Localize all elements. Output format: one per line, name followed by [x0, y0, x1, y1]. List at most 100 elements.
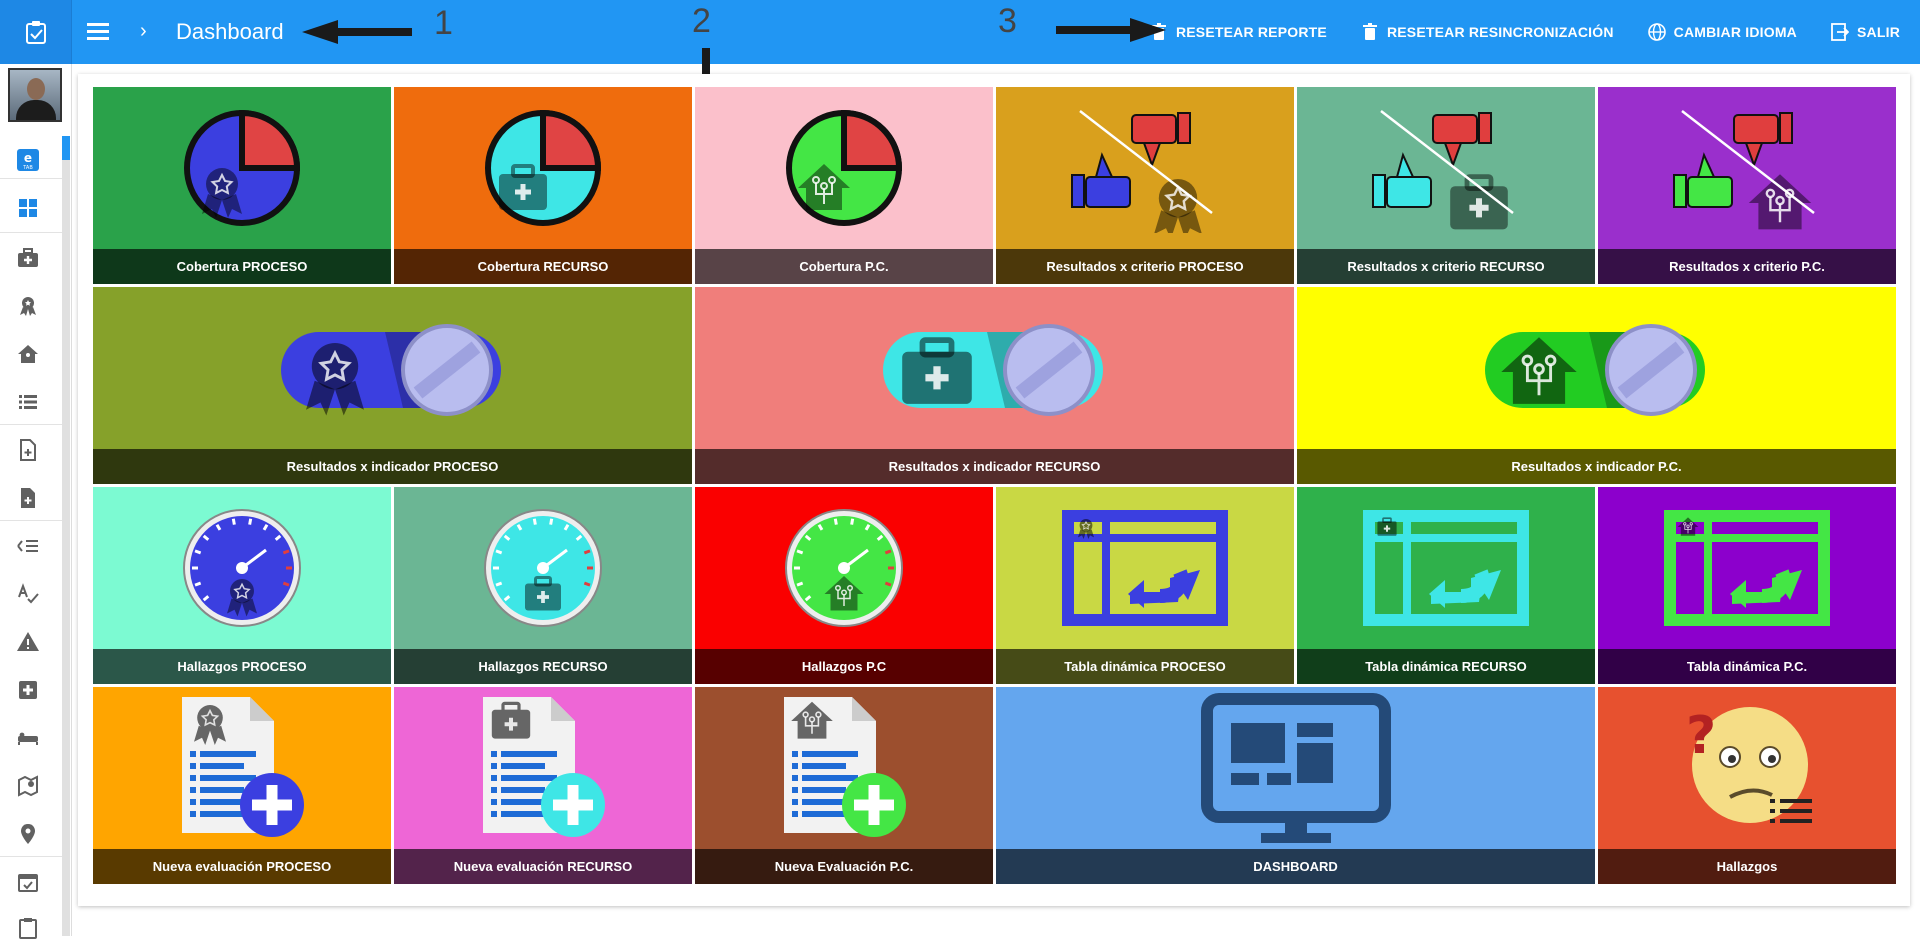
- home-network-icon[interactable]: [14, 340, 42, 368]
- toggle-home-icon: [1297, 287, 1896, 449]
- dashboard-tile[interactable]: Tabla dinámica P.C.: [1598, 487, 1896, 684]
- reset-resync-button[interactable]: RESETEAR RESINCRONIZACIÓN: [1361, 23, 1614, 41]
- annotation-arrow-3: [1056, 18, 1166, 42]
- doc-add-award-icon: [93, 687, 391, 849]
- gauge-medical-bag-icon: [394, 487, 692, 649]
- dashboard-tile[interactable]: Resultados x criterio PROCESO: [996, 87, 1294, 284]
- tile-label: Tabla dinámica RECURSO: [1297, 649, 1595, 684]
- change-language-button[interactable]: CAMBIAR IDIOMA: [1647, 23, 1797, 41]
- monitor-dashboard-icon: [996, 687, 1595, 849]
- logout-label: SALIR: [1857, 24, 1900, 40]
- gauge-award-icon: [93, 487, 391, 649]
- trash-icon: [1362, 23, 1377, 40]
- tile-label: Resultados x criterio RECURSO: [1297, 249, 1595, 284]
- toggle-medical-bag-icon: [695, 287, 1294, 449]
- dashboard-tile[interactable]: Tabla dinámica RECURSO: [1297, 487, 1595, 684]
- thumbs-award-icon: [996, 87, 1294, 249]
- gauge-home-icon: [695, 487, 993, 649]
- pivot-medical-bag-icon: [1297, 487, 1595, 649]
- annotation-number-2: 2: [692, 2, 711, 40]
- tile-label: Resultados x indicador PROCESO: [93, 449, 692, 484]
- tile-label: DASHBOARD: [996, 849, 1595, 884]
- tile-grid: Cobertura PROCESO Cobertura RECURSO Cobe…: [93, 87, 1896, 887]
- avatar[interactable]: [8, 68, 62, 122]
- pivot-award-icon: [996, 487, 1294, 649]
- bed-icon[interactable]: [14, 724, 42, 752]
- map-marker-icon[interactable]: [14, 820, 42, 848]
- list-icon[interactable]: [14, 388, 42, 416]
- logout-button[interactable]: SALIR: [1831, 23, 1900, 41]
- menu-icon[interactable]: [84, 20, 112, 44]
- tile-label: Tabla dinámica P.C.: [1598, 649, 1896, 684]
- dashboard-tile[interactable]: Resultados x indicador P.C.: [1297, 287, 1896, 484]
- tile-label: Resultados x indicador P.C.: [1297, 449, 1896, 484]
- tile-label: Nueva evaluación PROCESO: [93, 849, 391, 884]
- annotation-number-3: 3: [998, 2, 1017, 40]
- page-title: Dashboard: [176, 19, 284, 44]
- etab-logo-icon[interactable]: e TAB: [14, 146, 42, 174]
- svg-text:TAB: TAB: [22, 165, 33, 171]
- reset-report-button[interactable]: RESETEAR REPORTE: [1150, 23, 1327, 41]
- dashboard-tile[interactable]: Cobertura PROCESO: [93, 87, 391, 284]
- dashboard-tile[interactable]: Resultados x indicador RECURSO: [695, 287, 1294, 484]
- dashboard-tile[interactable]: Cobertura RECURSO: [394, 87, 692, 284]
- dashboard-tile[interactable]: Hallazgos PROCESO: [93, 487, 391, 684]
- pie-award-icon: [93, 87, 391, 249]
- tile-label: Hallazgos P.C: [695, 649, 993, 684]
- app-logo[interactable]: [0, 0, 72, 64]
- tile-label: Resultados x criterio PROCESO: [996, 249, 1294, 284]
- pie-medical-bag-icon: [394, 87, 692, 249]
- tile-label: Hallazgos RECURSO: [394, 649, 692, 684]
- dashboard-card: Cobertura PROCESO Cobertura RECURSO Cobe…: [78, 74, 1910, 906]
- sidebar: e TAB: [0, 64, 72, 939]
- dashboard-tile[interactable]: Cobertura P.C.: [695, 87, 993, 284]
- alert-icon[interactable]: [14, 628, 42, 656]
- dashboard-tile[interactable]: Resultados x criterio P.C.: [1598, 87, 1896, 284]
- logout-icon: [1831, 23, 1849, 41]
- dashboard-tile[interactable]: Resultados x criterio RECURSO: [1297, 87, 1595, 284]
- dashboard-tile[interactable]: ? Hallazgos: [1598, 687, 1896, 884]
- checklist-icon[interactable]: [14, 532, 42, 560]
- file-plus-icon[interactable]: [14, 484, 42, 512]
- dashboard-tile[interactable]: Hallazgos RECURSO: [394, 487, 692, 684]
- pivot-home-icon: [1598, 487, 1896, 649]
- doc-add-home-icon: [695, 687, 993, 849]
- spellcheck-icon[interactable]: [14, 580, 42, 608]
- dashboard-tile[interactable]: DASHBOARD: [996, 687, 1595, 884]
- dashboard-tile[interactable]: Nueva Evaluación P.C.: [695, 687, 993, 884]
- dashboard-tile[interactable]: Nueva evaluación RECURSO: [394, 687, 692, 884]
- tile-label: Cobertura RECURSO: [394, 249, 692, 284]
- doc-add-medical-bag-icon: [394, 687, 692, 849]
- dashboard-tile[interactable]: Resultados x indicador PROCESO: [93, 287, 692, 484]
- thumbs-home-icon: [1598, 87, 1896, 249]
- reset-report-label: RESETEAR REPORTE: [1175, 24, 1327, 40]
- tile-label: Tabla dinámica PROCESO: [996, 649, 1294, 684]
- medical-bag-icon[interactable]: [14, 244, 42, 272]
- top-app-bar: › Dashboard RESETEAR REPORTE RESETEAR RE…: [0, 0, 1920, 64]
- tile-label: Resultados x criterio P.C.: [1598, 249, 1896, 284]
- map-marker-outline-icon[interactable]: [14, 772, 42, 800]
- tile-label: Resultados x indicador RECURSO: [695, 449, 1294, 484]
- annotation-arrow-1: [302, 20, 412, 44]
- tile-label: Nueva Evaluación P.C.: [695, 849, 993, 884]
- tile-label: Hallazgos PROCESO: [93, 649, 391, 684]
- medical-cross-icon[interactable]: [14, 676, 42, 704]
- clipboard-icon[interactable]: [14, 914, 42, 942]
- award-icon[interactable]: [14, 292, 42, 320]
- dashboard-grid-icon[interactable]: [14, 194, 42, 222]
- file-plus-outline-icon[interactable]: [14, 436, 42, 464]
- reset-resync-label: RESETEAR RESINCRONIZACIÓN: [1386, 24, 1614, 40]
- confused-face-icon: ?: [1598, 687, 1896, 849]
- toggle-award-icon: [93, 287, 692, 449]
- clipboard-check-icon: [25, 21, 46, 44]
- header-actions: RESETEAR REPORTE RESETEAR RESINCRONIZACI…: [1116, 0, 1900, 64]
- tile-label: Nueva evaluación RECURSO: [394, 849, 692, 884]
- calendar-check-icon[interactable]: [14, 868, 42, 896]
- dashboard-tile[interactable]: Tabla dinámica PROCESO: [996, 487, 1294, 684]
- tile-label: Hallazgos: [1598, 849, 1896, 884]
- pie-home-icon: [695, 87, 993, 249]
- sidebar-scrollbar[interactable]: [62, 136, 70, 936]
- annotation-number-1: 1: [434, 4, 453, 42]
- dashboard-tile[interactable]: Nueva evaluación PROCESO: [93, 687, 391, 884]
- dashboard-tile[interactable]: Hallazgos P.C: [695, 487, 993, 684]
